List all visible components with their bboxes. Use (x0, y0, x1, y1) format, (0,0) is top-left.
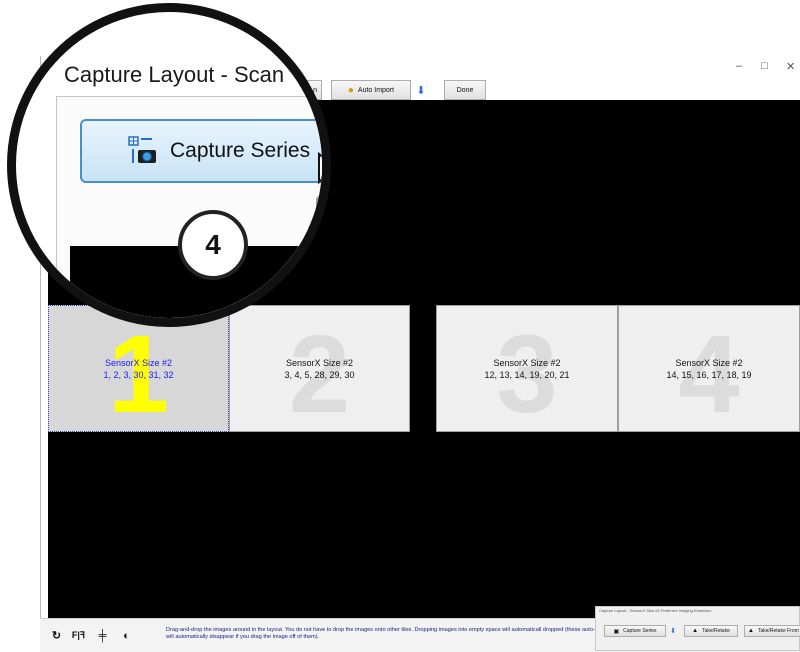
tile-label: SensorX Size #2 14, 15, 16, 17, 18, 19 (619, 357, 799, 381)
mini-take-retake-from-button[interactable]: ▲ Take/Retake From (744, 625, 800, 637)
take-retake-icon: ▲ (692, 628, 699, 634)
tile-sensor-title: SensorX Size #2 (104, 358, 173, 368)
tile-teeth: 14, 15, 16, 17, 18, 19 (666, 370, 752, 380)
layout-tile-2[interactable]: 2 SensorX Size #2 3, 4, 5, 28, 29, 30 (229, 305, 410, 432)
mini-capture-series-label: Capture Series (623, 628, 657, 634)
camera-icon: ▣ (613, 628, 620, 635)
mini-dropdown-arrow-icon[interactable]: ⬇ (668, 625, 678, 637)
tile-teeth: 12, 13, 14, 19, 20, 21 (484, 370, 570, 380)
auto-import-dropdown-arrow-icon[interactable]: ⬇ (413, 82, 429, 98)
mini-window-title: Capture Layout - SensorX Size #2 Preferr… (599, 608, 712, 613)
step-badge: 4 (178, 210, 248, 280)
done-label: Done (456, 86, 474, 94)
tile-sensor-title: SensorX Size #2 (493, 358, 561, 368)
maximize-button[interactable]: □ (761, 60, 768, 72)
flip-vertical-icon[interactable]: ╪ (94, 627, 111, 644)
mini-capture-series-button[interactable]: ▣ Capture Series (604, 625, 666, 637)
magnified-window-title: Capture Layout - Scan (64, 62, 285, 87)
mini-take-retake-label: Take/Retake (702, 628, 730, 634)
auto-import-icon: ● (347, 84, 354, 96)
take-retake-from-icon: ▲ (748, 628, 754, 634)
layout-tile-4[interactable]: 4 SensorX Size #2 14, 15, 16, 17, 18, 19 (618, 305, 800, 432)
drag-drop-hint: Drag-and-drop the images around in the l… (166, 627, 605, 640)
auto-import-label: Auto Import (357, 86, 395, 94)
layout-tile-3[interactable]: 3 SensorX Size #2 12, 13, 14, 19, 20, 21 (436, 305, 618, 432)
mouse-cursor-icon (318, 152, 322, 185)
auto-import-button[interactable]: ● Auto Import (331, 80, 411, 100)
mini-take-retake-from-label: Take/Retake From (757, 628, 799, 634)
tile-teeth: 1, 2, 3, 30, 31, 32 (103, 370, 174, 380)
magnified-capture-series-button[interactable]: Capture Series (80, 119, 322, 183)
tile-label: SensorX Size #2 1, 2, 3, 30, 31, 32 (49, 357, 228, 381)
capture-series-camera-icon (128, 136, 156, 163)
magnifier-callout: Capture Layout - Scan Capture Series 4 (7, 3, 331, 327)
capture-layout-mini-window: Capture Layout - SensorX Size #2 Preferr… (595, 606, 800, 651)
tile-label: SensorX Size #2 3, 4, 5, 28, 29, 30 (230, 357, 409, 381)
flip-horizontal-icon[interactable]: F|ꟻ (70, 627, 87, 644)
tile-sensor-title: SensorX Size #2 (285, 358, 354, 368)
contrast-icon[interactable]: ◐ (118, 627, 135, 644)
close-button[interactable]: ✕ (786, 60, 795, 73)
done-button[interactable]: Done (444, 80, 486, 100)
mini-take-retake-button[interactable]: ▲ Take/Retake (684, 625, 738, 637)
tile-sensor-title: SensorX Size #2 (675, 358, 743, 368)
tile-teeth: 3, 4, 5, 28, 29, 30 (284, 370, 355, 380)
magnified-capture-series-label: Capture Series (170, 139, 311, 162)
tile-label: SensorX Size #2 12, 13, 14, 19, 20, 21 (437, 357, 617, 381)
minimize-button[interactable]: – (736, 60, 742, 72)
rotate-icon[interactable]: ↻ (48, 627, 65, 644)
